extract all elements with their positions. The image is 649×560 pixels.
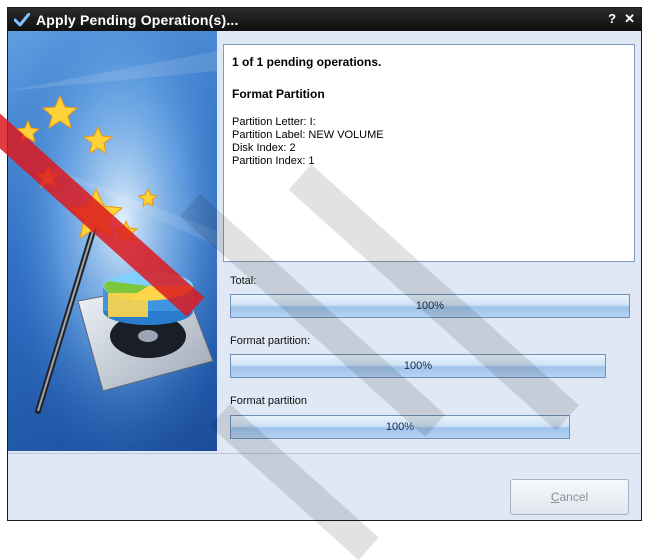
check-icon — [14, 12, 30, 26]
title-controls: ? ✕ — [608, 11, 635, 27]
subtask-progress-label: Format partition — [230, 395, 308, 407]
help-button[interactable]: ? — [608, 11, 616, 27]
operation-details-panel: 1 of 1 pending operations. Format Partit… — [223, 44, 635, 262]
cancel-button[interactable]: Cancel — [510, 479, 629, 515]
progress-value: 100% — [403, 360, 433, 372]
operation-name: Format Partition — [232, 87, 325, 101]
detail-disk-index: Disk Index: 2 — [232, 142, 296, 154]
cancel-button-label: Cancel — [551, 490, 588, 504]
detail-partition-label: Partition Label: NEW VOLUME — [232, 129, 384, 141]
step-progress-label: Format partition: — [230, 335, 311, 347]
detail-partition-index: Partition Index: 1 — [232, 155, 315, 167]
pending-summary: 1 of 1 pending operations. — [232, 55, 382, 69]
dialog-title: Apply Pending Operation(s)... — [36, 11, 239, 28]
footer-separator — [8, 453, 641, 454]
apply-operations-dialog: Apply Pending Operation(s)... ? ✕ 1 of 1… — [7, 7, 642, 521]
step-progress-bar: 100% — [230, 354, 606, 378]
subtask-progress-bar: 100% — [230, 415, 570, 439]
cancel-label-rest: ancel — [559, 490, 589, 504]
detail-partition-letter: Partition Letter: I: — [232, 116, 316, 128]
title-bar: Apply Pending Operation(s)... ? ✕ — [8, 8, 641, 31]
close-button[interactable]: ✕ — [624, 11, 635, 27]
